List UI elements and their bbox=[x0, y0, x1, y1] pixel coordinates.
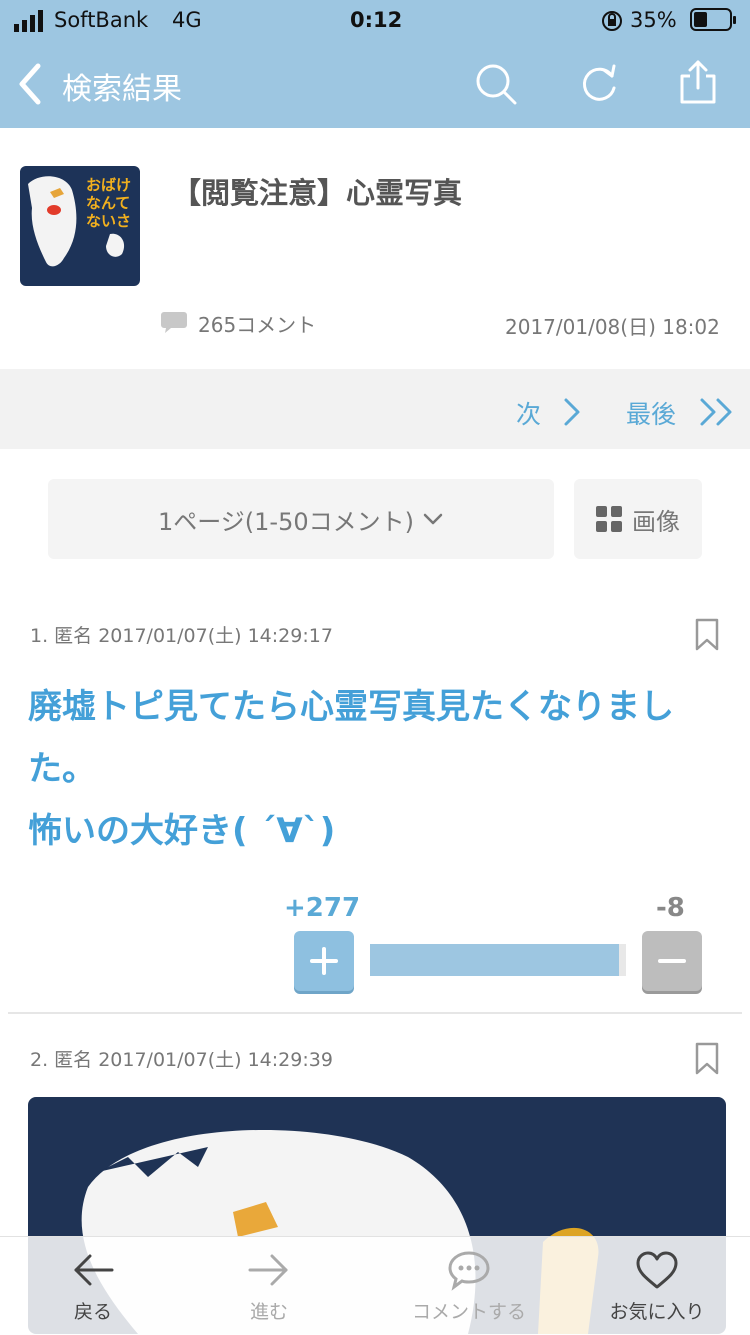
page-select-label: 1ページ(1-50コメント) bbox=[158, 507, 414, 536]
comment-tab[interactable]: コメントする bbox=[384, 1237, 554, 1335]
battery-icon bbox=[690, 8, 738, 32]
arrow-right-icon bbox=[248, 1254, 288, 1286]
comment-tab-label: コメントする bbox=[411, 1301, 526, 1323]
vote-ratio-fill bbox=[370, 944, 619, 976]
minus-vote-button[interactable] bbox=[642, 931, 702, 991]
minus-icon bbox=[658, 959, 686, 963]
bookmark-icon[interactable] bbox=[694, 1042, 720, 1076]
comment-bubble-icon bbox=[160, 310, 188, 334]
grid-icon bbox=[596, 506, 622, 532]
clock: 0:12 bbox=[350, 8, 403, 32]
carrier: SoftBank bbox=[54, 8, 149, 32]
share-icon[interactable] bbox=[676, 58, 720, 106]
battery-percent: 35% bbox=[630, 8, 677, 32]
favorite-tab[interactable]: お気に入り bbox=[572, 1237, 742, 1335]
topic-title: 【閲覧注意】心霊写真 bbox=[172, 176, 463, 210]
bookmark-icon[interactable] bbox=[694, 618, 720, 652]
image-button[interactable]: 画像 bbox=[574, 479, 702, 559]
thumbnail-title: おばけなんてないさ bbox=[86, 176, 132, 230]
comment-body-line: 廃墟トピ見てたら心霊写真見たくなりました。 bbox=[28, 687, 674, 789]
speech-bubble-icon bbox=[448, 1251, 490, 1291]
signal-icon bbox=[14, 10, 48, 32]
image-button-label: 画像 bbox=[632, 507, 680, 536]
favorite-tab-label: お気に入り bbox=[609, 1301, 705, 1323]
last-page-label[interactable]: 最後 bbox=[626, 395, 676, 431]
double-chevron-right-icon[interactable] bbox=[698, 396, 738, 428]
heart-icon bbox=[636, 1251, 678, 1289]
next-page-label[interactable]: 次 bbox=[516, 395, 541, 431]
back-tab-label: 戻る bbox=[73, 1301, 112, 1323]
forward-tab-label: 進む bbox=[249, 1301, 288, 1323]
plus-icon bbox=[310, 947, 338, 975]
orientation-lock-icon bbox=[600, 9, 624, 33]
plus-vote-count: +277 bbox=[284, 893, 361, 923]
page-select[interactable]: 1ページ(1-50コメント) bbox=[48, 479, 554, 559]
search-icon[interactable] bbox=[474, 62, 518, 106]
chevron-right-icon[interactable] bbox=[560, 396, 584, 428]
back-chevron-icon[interactable] bbox=[14, 62, 48, 106]
reload-icon[interactable] bbox=[578, 62, 622, 106]
comment-body: 廃墟トピ見てたら心霊写真見たくなりました。 怖いの大好き( ´∀`) bbox=[28, 676, 728, 862]
forward-tab[interactable]: 進む bbox=[184, 1237, 354, 1335]
topic-thumbnail[interactable]: おばけなんてないさ bbox=[20, 166, 140, 286]
comment-header: 1. 匿名 2017/01/07(土) 14:29:17 bbox=[30, 625, 333, 647]
vote-ratio-bar bbox=[370, 944, 626, 976]
network-type: 4G bbox=[172, 8, 202, 32]
back-tab[interactable]: 戻る bbox=[8, 1237, 178, 1335]
bottom-nav: 戻る 進む コメントする お気に入り bbox=[0, 1236, 750, 1335]
chevron-down-icon bbox=[423, 513, 443, 525]
comment-body-line: 怖いの大好き( ´∀`) bbox=[28, 811, 336, 851]
arrow-left-icon bbox=[74, 1254, 114, 1286]
plus-vote-button[interactable] bbox=[294, 931, 354, 991]
topic-date: 2017/01/08(日) 18:02 bbox=[505, 315, 720, 339]
minus-vote-count: -8 bbox=[656, 893, 685, 923]
comment-count: 265コメント bbox=[198, 313, 317, 337]
back-button-label[interactable]: 検索結果 bbox=[62, 64, 182, 108]
comment-divider bbox=[8, 1012, 742, 1014]
comment-header: 2. 匿名 2017/01/07(土) 14:29:39 bbox=[30, 1049, 333, 1071]
